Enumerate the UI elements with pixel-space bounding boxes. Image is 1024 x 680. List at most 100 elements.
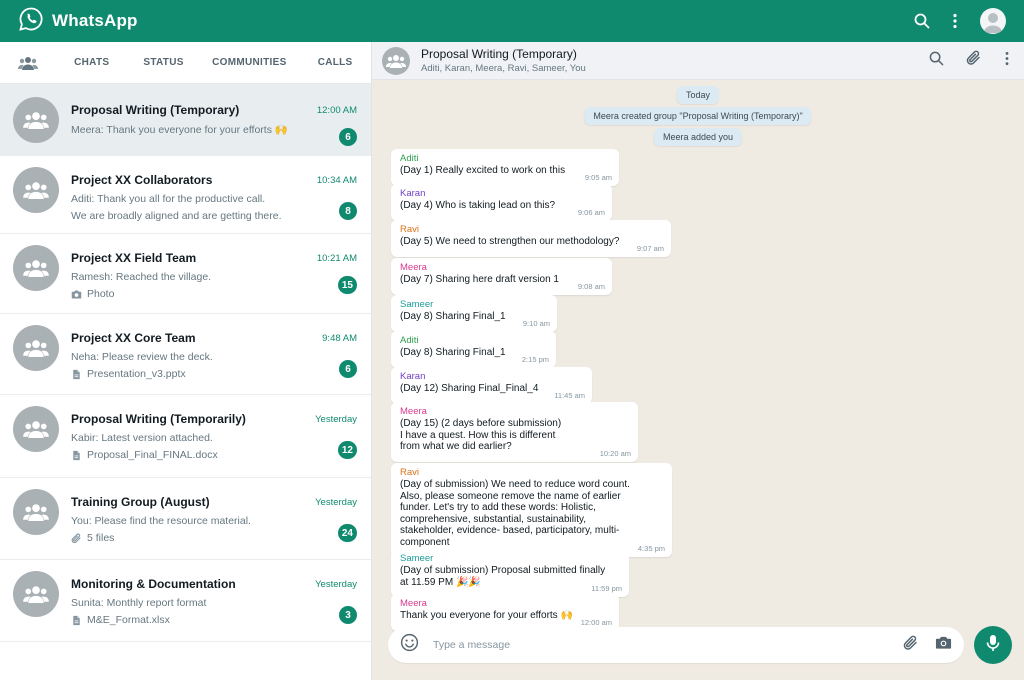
chat-message-detail: Presentation_v3.pptx	[71, 368, 297, 380]
message-text-line: I have a quest. How this is different	[400, 429, 556, 441]
system-message-group-created: Meera created group "Proposal Writing (T…	[584, 107, 812, 125]
profile-avatar[interactable]	[980, 8, 1006, 34]
group-avatar	[13, 167, 59, 213]
unread-badge: 6	[339, 128, 357, 146]
message-time: 12:00 am	[580, 617, 612, 627]
chat-name: Project XX Field Team	[71, 251, 197, 265]
message-sender[interactable]: Sameer	[400, 299, 548, 311]
chat-list-item[interactable]: Project XX Core Team Neha: Please review …	[0, 314, 371, 395]
chat-list-item[interactable]: Project XX Field Team Ramesh: Reached the…	[0, 234, 371, 314]
message-text-line: (Day 1) Really excited to work on this	[400, 165, 566, 176]
message-bubble[interactable]: Sameer (Day 8) Sharing Final_1 9:10 am	[391, 295, 557, 332]
message-input[interactable]	[433, 639, 903, 651]
chat-time: Yesterday	[315, 414, 357, 425]
attachment-icon	[71, 533, 82, 544]
message-text-line: (Day of submission) We need to reduce wo…	[400, 479, 630, 490]
message-sender[interactable]: Aditi	[400, 153, 610, 165]
conversation-panel: Proposal Writing (Temporary) Aditi, Kara…	[372, 42, 1024, 680]
unread-badge: 24	[337, 524, 357, 542]
message-area[interactable]: Today Meera created group "Proposal Writ…	[372, 80, 1024, 631]
search-messages-icon[interactable]	[929, 51, 944, 71]
search-icon[interactable]	[914, 13, 930, 29]
tab-chats[interactable]: CHATS	[56, 42, 128, 83]
camera-icon	[71, 289, 82, 300]
chat-last-message: You: Please find the resource material.	[71, 515, 251, 527]
message-time: 4:35 pm	[637, 544, 665, 553]
group-icon	[23, 504, 49, 521]
message-bubble[interactable]: Ravi (Day of submission) We need to reduc…	[391, 463, 672, 557]
message-bubble[interactable]: Aditi (Day 1) Really excited to work on t…	[391, 149, 619, 186]
message-text-line: (Day 15) (2 days before submission)	[400, 418, 562, 429]
chat-list-item[interactable]: Proposal Writing (Temporarily) Kabir: Lat…	[0, 395, 371, 478]
message-sender[interactable]: Ravi	[400, 467, 663, 479]
group-icon	[23, 586, 49, 603]
group-avatar[interactable]	[382, 46, 410, 75]
message-time: 9:07 am	[636, 243, 664, 253]
menu-icon[interactable]	[952, 13, 958, 29]
message-bubble[interactable]: Karan (Day 12) Sharing Final_Final_4 11:45…	[391, 367, 592, 404]
chat-last-message: Ramesh: Reached the village.	[71, 271, 212, 283]
chat-name: Project XX Collaborators	[71, 173, 213, 187]
message-text-line: funder. Let's try to add these words: Ho…	[400, 502, 596, 513]
chat-message-detail: We are broadly aligned and are getting t…	[71, 210, 297, 222]
app-name: WhatsApp	[52, 11, 138, 30]
message-bubble[interactable]: Meera Thank you everyone for your efforts…	[391, 594, 619, 631]
communities-icon[interactable]	[0, 42, 56, 83]
date-separator: Today	[676, 86, 720, 104]
message-bubble[interactable]: Meera (Day 15) (2 days before submission)…	[391, 402, 638, 462]
emoji-icon[interactable]	[400, 633, 419, 657]
message-sender[interactable]: Sameer	[400, 553, 620, 565]
chat-message-detail-text: Presentation_v3.pptx	[87, 368, 186, 380]
conversation-header[interactable]: Proposal Writing (Temporary) Aditi, Kara…	[372, 42, 1024, 80]
message-sender[interactable]: Karan	[400, 188, 603, 200]
attachment-icon[interactable]	[966, 50, 982, 71]
chat-name: Proposal Writing (Temporary)	[71, 103, 240, 117]
message-bubble[interactable]: Meera (Day 7) Sharing here draft version …	[391, 258, 612, 295]
chat-list: Proposal Writing (Temporary) Meera: Thank…	[0, 84, 371, 642]
chat-name: Training Group (August)	[71, 495, 210, 509]
message-bubble[interactable]: Ravi (Day 5) We need to strengthen our me…	[391, 220, 671, 257]
message-sender[interactable]: Meera	[400, 406, 629, 418]
message-time: 11:45 am	[554, 390, 585, 400]
chat-list-item[interactable]: Training Group (August) You: Please find …	[0, 478, 371, 560]
tab-status[interactable]: STATUS	[128, 42, 200, 83]
conversation-menu-icon[interactable]	[1004, 51, 1010, 71]
message-sender[interactable]: Meera	[400, 598, 610, 610]
attach-icon[interactable]	[903, 635, 919, 656]
message-sender[interactable]: Karan	[400, 371, 583, 383]
group-avatar	[13, 489, 59, 535]
chat-list-item[interactable]: Project XX Collaborators Aditi: Thank you…	[0, 156, 371, 234]
message-time: 9:05 am	[584, 172, 612, 182]
message-sender[interactable]: Aditi	[400, 335, 547, 347]
chat-list-item[interactable]: Monitoring & Documentation Sunita: Monthl…	[0, 560, 371, 642]
message-sender[interactable]: Ravi	[400, 224, 662, 236]
group-icon	[23, 421, 49, 438]
message-bubble[interactable]: Karan (Day 4) Who is taking lead on this?…	[391, 184, 612, 221]
message-bubble[interactable]: Sameer (Day of submission) Proposal submi…	[391, 549, 629, 597]
message-bubble[interactable]: Aditi (Day 8) Sharing Final_1 2:15 pm	[391, 331, 556, 368]
tab-bar: CHATS STATUS COMMUNITIES CALLS	[0, 42, 371, 84]
message-text-line: (Day of submission) Proposal submitted f…	[400, 565, 606, 576]
chat-time: 9:48 AM	[322, 333, 357, 344]
chat-last-message: Neha: Please review the deck.	[71, 351, 213, 363]
message-text-line: comprehensive, substantial, sustainabili…	[400, 513, 587, 525]
chat-time: Yesterday	[315, 497, 357, 508]
message-time: 11:59 pm	[591, 584, 622, 593]
message-time: 9:08 am	[577, 281, 605, 291]
chat-list-item[interactable]: Proposal Writing (Temporary) Meera: Thank…	[0, 84, 371, 156]
group-avatar	[13, 406, 59, 452]
message-text-line: (Day 4) Who is taking lead on this?	[400, 200, 556, 211]
document-icon	[71, 615, 82, 626]
chat-time: 10:34 AM	[316, 175, 357, 186]
camera-icon[interactable]	[935, 635, 952, 655]
chat-time: Yesterday	[315, 579, 357, 590]
tab-communities[interactable]: COMMUNITIES	[199, 42, 299, 83]
group-avatar	[13, 245, 59, 291]
chat-time: 10:21 AM	[316, 253, 357, 264]
tab-calls[interactable]: CALLS	[299, 42, 371, 83]
message-sender[interactable]: Meera	[400, 262, 603, 274]
app-top-bar: WhatsApp	[0, 0, 1024, 42]
message-text-line: Also, please someone remove the name of …	[400, 490, 621, 502]
voice-message-button[interactable]	[974, 626, 1012, 664]
chat-last-message: Aditi: Thank you all for the productive …	[71, 193, 266, 205]
